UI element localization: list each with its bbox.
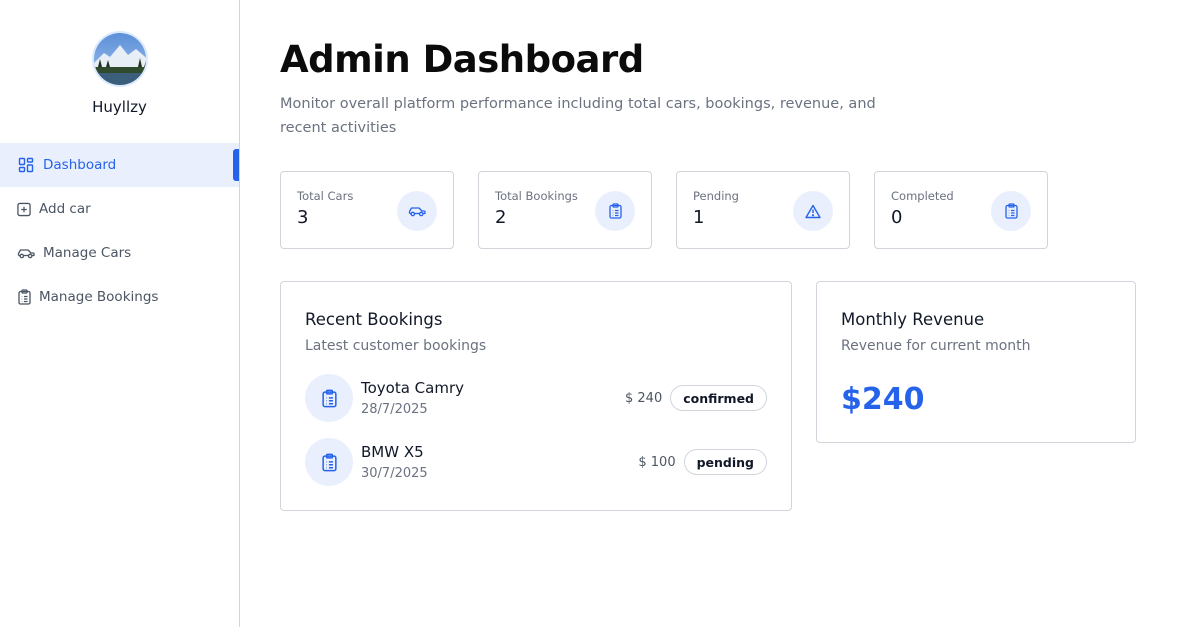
stat-label: Total Bookings: [495, 189, 578, 203]
page-subtitle: Monitor overall platform performance inc…: [280, 96, 876, 136]
status-badge: confirmed: [670, 385, 767, 411]
sidebar-nav: Dashboard Add car Manage Cars Manage Boo…: [0, 143, 239, 319]
clipboard-icon: [17, 288, 31, 306]
booking-price: $ 240: [625, 390, 663, 406]
stat-label: Completed: [891, 189, 954, 203]
booking-car-name: Toyota Camry: [361, 379, 465, 397]
stat-card-completed: Completed 0: [874, 171, 1048, 249]
stat-label: Total Cars: [297, 189, 354, 203]
stat-value: 2: [495, 207, 507, 228]
dashboard-icon: [17, 156, 35, 174]
booking-car-name: BMW X5: [361, 443, 424, 461]
sidebar: Huyllzy Dashboard Add car Manage Cars Ma…: [0, 0, 240, 627]
sidebar-item-label: Add car: [39, 201, 91, 217]
booking-date: 28/7/2025: [361, 402, 428, 417]
stat-label: Pending: [693, 189, 739, 203]
booking-row[interactable]: BMW X5 30/7/2025 $ 100 pending: [305, 438, 767, 486]
warning-icon: [793, 191, 833, 231]
sidebar-item-label: Dashboard: [43, 157, 117, 173]
sidebar-item-label: Manage Cars: [43, 245, 132, 261]
sidebar-item-label: Manage Bookings: [39, 289, 159, 305]
clipboard-icon: [595, 191, 635, 231]
revenue-value: $240: [841, 382, 925, 417]
avatar[interactable]: [92, 31, 148, 87]
sidebar-item-manage-bookings[interactable]: Manage Bookings: [0, 275, 239, 319]
panel-subtitle: Latest customer bookings: [305, 338, 487, 354]
stat-card-total-cars: Total Cars 3: [280, 171, 454, 249]
username: Huyllzy: [92, 98, 147, 116]
recent-bookings-panel: Recent Bookings Latest customer bookings…: [280, 281, 792, 511]
clipboard-icon: [305, 438, 353, 486]
monthly-revenue-panel: Monthly Revenue Revenue for current mont…: [816, 281, 1136, 443]
booking-date: 30/7/2025: [361, 466, 428, 481]
sidebar-item-manage-cars[interactable]: Manage Cars: [0, 231, 239, 275]
clipboard-icon: [305, 374, 353, 422]
stat-card-pending: Pending 1: [676, 171, 850, 249]
panel-title: Monthly Revenue: [841, 310, 985, 329]
stat-value: 3: [297, 207, 309, 228]
booking-price: $ 100: [638, 454, 676, 470]
add-square-icon: [17, 200, 31, 218]
panel-subtitle: Revenue for current month: [841, 338, 1031, 354]
stat-card-total-bookings: Total Bookings 2: [478, 171, 652, 249]
car-icon: [397, 191, 437, 231]
panel-title: Recent Bookings: [305, 310, 443, 329]
clipboard-icon: [991, 191, 1031, 231]
sidebar-item-add-car[interactable]: Add car: [0, 187, 239, 231]
stat-value: 0: [891, 207, 903, 228]
stat-value: 1: [693, 207, 705, 228]
status-badge: pending: [683, 449, 767, 475]
page-title: Admin Dashboard: [280, 38, 644, 81]
car-icon: [17, 244, 35, 262]
booking-row[interactable]: Toyota Camry 28/7/2025 $ 240 confirmed: [305, 374, 767, 422]
sidebar-item-dashboard[interactable]: Dashboard: [0, 143, 239, 187]
